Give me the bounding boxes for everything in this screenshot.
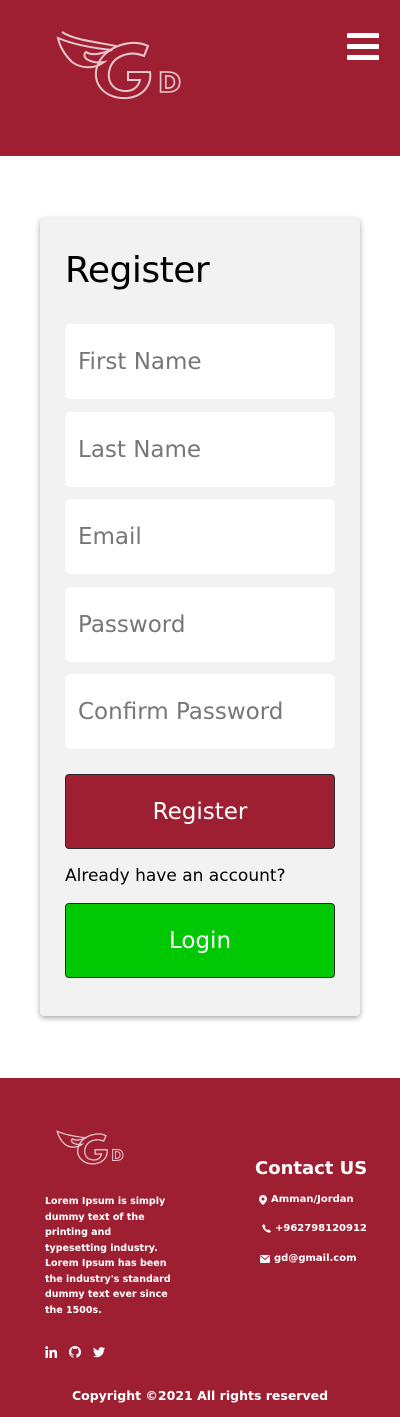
register-card: Register Register Already have an accoun… [40,218,360,1016]
contact-title: Contact US [255,1158,368,1179]
github-icon[interactable] [69,1346,81,1358]
envelope-icon [260,1254,270,1263]
login-button[interactable]: Login [65,903,335,978]
svg-text:D: D [158,66,181,99]
email-text: gd@gmail.com [274,1253,357,1264]
confirm-password-input[interactable] [65,674,335,749]
first-name-input[interactable] [65,324,335,399]
contact-email[interactable]: gd@gmail.com [260,1253,357,1264]
register-button[interactable]: Register [65,774,335,849]
hamburger-bar [347,55,379,60]
social-links [45,1346,105,1358]
password-input[interactable] [65,587,335,662]
hamburger-bar [347,44,379,49]
linkedin-icon[interactable] [45,1346,57,1358]
twitter-icon[interactable] [93,1346,105,1358]
contact-phone[interactable]: +962798120912 [262,1223,367,1234]
contact-location: Amman/Jordan [259,1194,354,1205]
gd-logo[interactable]: D [52,28,200,106]
location-text: Amman/Jordan [271,1194,354,1205]
phone-text: +962798120912 [275,1223,367,1234]
svg-text:D: D [111,1147,124,1165]
map-marker-icon [259,1194,267,1205]
hamburger-bar [347,33,379,38]
already-account-text: Already have an account? [65,866,286,886]
phone-icon [262,1224,271,1233]
gd-logo-footer: D [56,1130,124,1165]
site-footer: D Lorem Ipsum is simply dummy text of th… [0,1078,400,1417]
hamburger-menu-icon[interactable] [347,33,379,61]
about-text: Lorem Ipsum is simply dummy text of the … [45,1196,171,1316]
email-input[interactable] [65,499,335,574]
copyright-text: Copyright ©2021 All rights reserved [71,1388,329,1403]
site-header: D [0,0,400,156]
page-title: Register [65,250,210,291]
last-name-input[interactable] [65,412,335,487]
